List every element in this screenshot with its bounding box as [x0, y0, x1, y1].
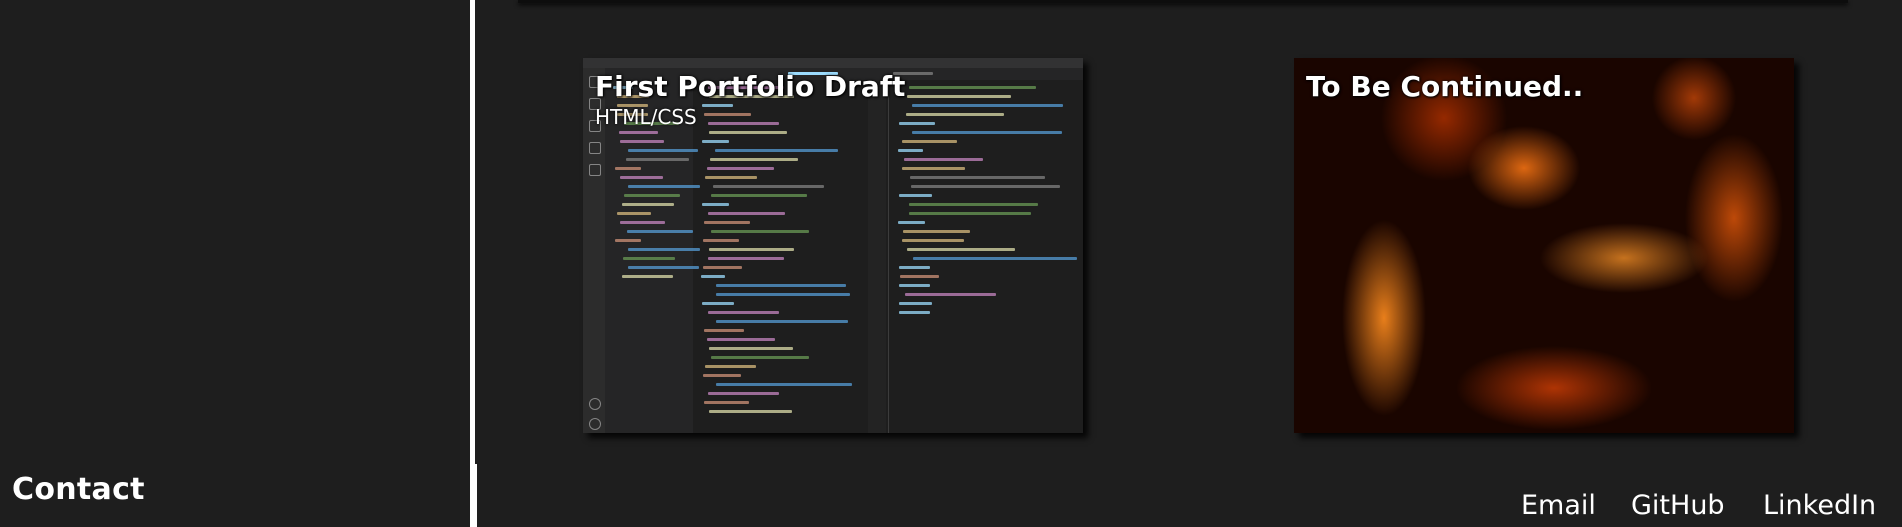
fire-image [1294, 58, 1794, 433]
linkedin-link[interactable]: LinkedIn [1763, 490, 1876, 521]
sidebar-divider [470, 0, 475, 527]
editor-minimap [868, 80, 886, 433]
project-title: To Be Continued.. [1306, 70, 1584, 103]
account-icon [589, 398, 601, 410]
project-card-to-be-continued[interactable]: To Be Continued.. [1294, 58, 1794, 433]
project-title: First Portfolio Draft [595, 70, 906, 103]
gear-icon [589, 418, 601, 430]
extensions-icon [589, 164, 601, 176]
contact-heading: Contact [12, 472, 145, 507]
project-tech: HTML/CSS [595, 105, 697, 129]
run-icon [589, 142, 601, 154]
github-link[interactable]: GitHub [1631, 490, 1725, 521]
project-card-first-portfolio[interactable]: First Portfolio Draft HTML/CSS [583, 58, 1083, 433]
left-sidebar: Contact [0, 0, 470, 527]
sidebar-divider-accent [475, 464, 477, 527]
previous-card-edge [518, 0, 1848, 3]
email-link[interactable]: Email [1521, 490, 1596, 521]
portfolio-page: Contact First Portfolio Draft HTML/CSS T… [0, 0, 1902, 527]
